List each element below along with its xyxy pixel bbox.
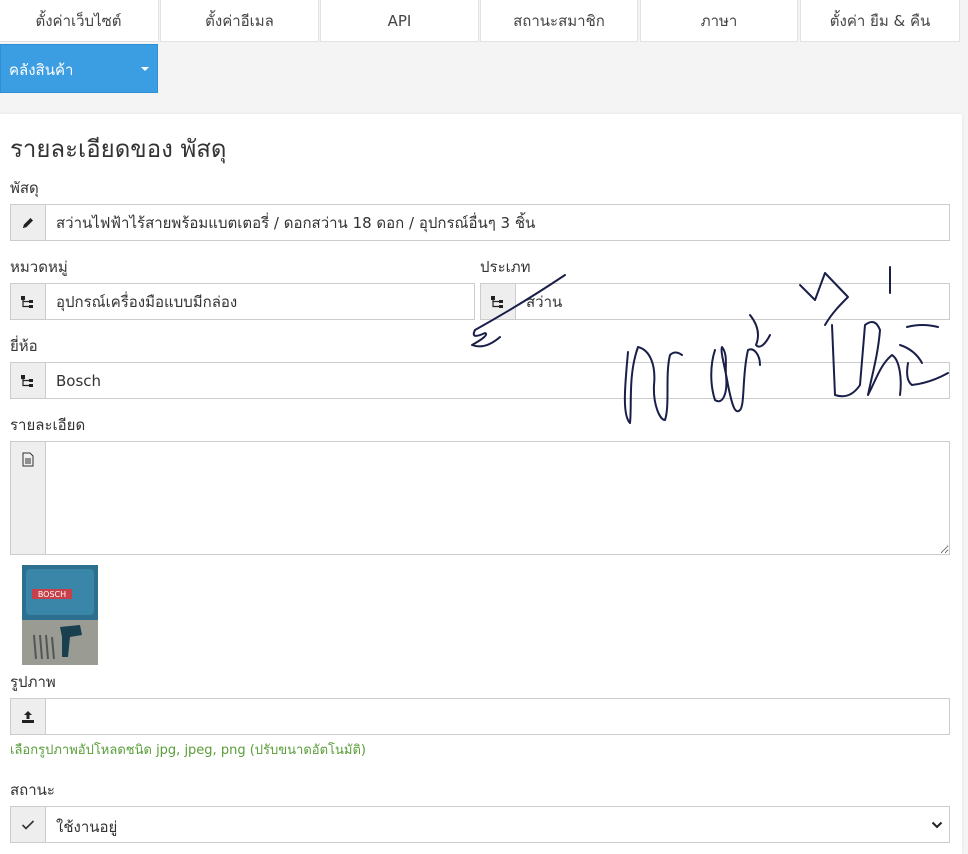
tab-member-status[interactable]: สถานะสมาชิก bbox=[480, 0, 638, 42]
tab-email-settings[interactable]: ตั้งค่าอีเมล bbox=[160, 0, 319, 42]
brand-input[interactable] bbox=[46, 363, 949, 398]
image-upload-field[interactable] bbox=[10, 698, 950, 735]
chevron-down-icon bbox=[925, 807, 949, 842]
tree-icon bbox=[11, 284, 46, 319]
type-input[interactable] bbox=[516, 284, 949, 319]
type-label: ประเภท bbox=[480, 258, 531, 276]
tab-borrow-return-settings[interactable]: ตั้งค่า ยืม & คืน bbox=[800, 0, 960, 42]
page-title: รายละเอียดของ พัสดุ bbox=[10, 135, 227, 163]
image-help-text: เลือกรูปภาพอัปโหลดชนิด jpg, jpeg, png (ป… bbox=[10, 743, 366, 758]
type-field bbox=[480, 283, 950, 320]
tree-icon bbox=[11, 363, 46, 398]
caret-down-icon bbox=[141, 67, 149, 71]
status-label: สถานะ bbox=[10, 781, 55, 799]
item-photo-thumbnail: BOSCH bbox=[22, 565, 98, 665]
brand-field bbox=[10, 362, 950, 399]
brand-label: ยี่ห้อ bbox=[10, 337, 38, 355]
document-icon bbox=[11, 442, 46, 554]
upload-icon bbox=[11, 699, 46, 734]
thumbnail-brand-text: BOSCH bbox=[38, 590, 66, 599]
category-field bbox=[10, 283, 475, 320]
status-selected-value: ใช้งานอยู่ bbox=[56, 818, 118, 836]
inventory-dropdown-label: คลังสินค้า bbox=[9, 61, 74, 79]
image-label: รูปภาพ bbox=[10, 673, 56, 691]
tab-website-settings[interactable]: ตั้งค่าเว็บไซต์ bbox=[0, 0, 159, 42]
settings-tabs: ตั้งค่าเว็บไซต์ ตั้งค่าอีเมล API สถานะสม… bbox=[0, 0, 968, 43]
tree-icon bbox=[481, 284, 516, 319]
status-select[interactable]: ใช้งานอยู่ bbox=[10, 806, 950, 843]
inventory-dropdown-button[interactable]: คลังสินค้า bbox=[0, 44, 158, 93]
check-icon bbox=[11, 807, 46, 842]
item-label: พัสดุ bbox=[10, 179, 39, 197]
tab-api[interactable]: API bbox=[320, 0, 479, 42]
category-input[interactable] bbox=[46, 284, 474, 319]
category-label: หมวดหมู่ bbox=[10, 258, 68, 276]
item-field bbox=[10, 204, 950, 241]
image-file-input[interactable] bbox=[46, 699, 949, 734]
detail-textarea[interactable] bbox=[46, 442, 949, 554]
tab-language[interactable]: ภาษา bbox=[640, 0, 798, 42]
detail-field bbox=[10, 441, 950, 555]
item-input[interactable] bbox=[46, 205, 949, 240]
pencil-icon bbox=[11, 205, 46, 240]
detail-label: รายละเอียด bbox=[10, 416, 86, 434]
